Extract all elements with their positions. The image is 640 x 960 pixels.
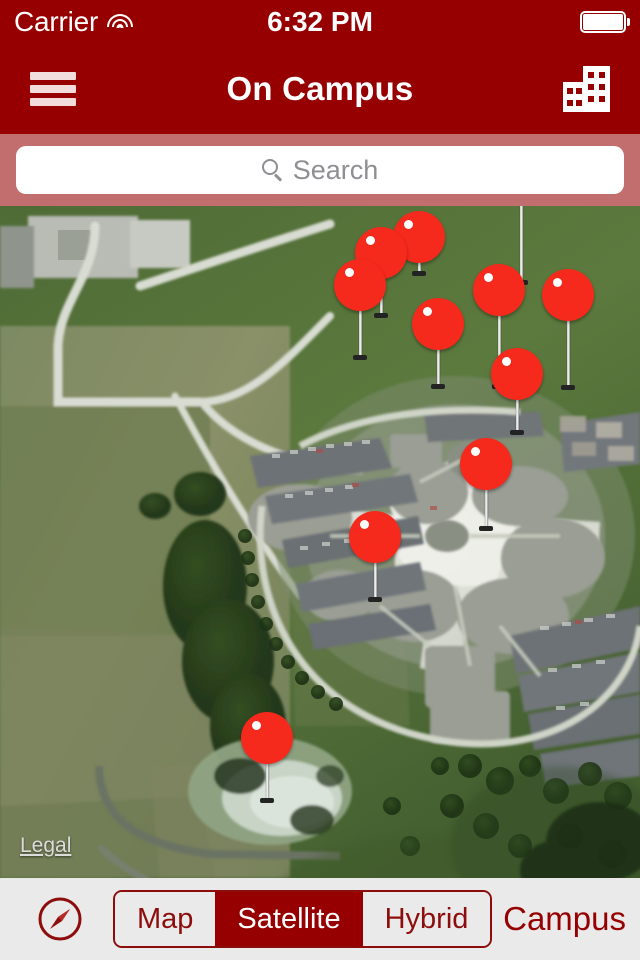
building-icon[interactable]	[560, 64, 614, 114]
map-pin-head[interactable]	[542, 269, 594, 321]
map-pin-highlight	[404, 220, 413, 229]
map-pin-highlight	[553, 278, 562, 287]
segment-satellite[interactable]: Satellite	[215, 892, 363, 946]
map-pin-highlight	[502, 357, 511, 366]
page-title: On Campus	[226, 70, 414, 107]
status-bar: Carrier 6:32 PM	[0, 0, 640, 44]
compass-icon[interactable]	[36, 895, 84, 943]
map-pin-base	[561, 385, 575, 390]
map-pin-highlight	[471, 447, 480, 456]
map-pin-base	[368, 597, 382, 602]
map-pin-head[interactable]	[241, 712, 293, 764]
status-bar-right	[580, 11, 630, 33]
map-pin-base	[510, 430, 524, 435]
battery-full-icon	[580, 11, 630, 33]
map-pin-base	[374, 313, 388, 318]
search-bar-container: Search	[0, 134, 640, 206]
app-root: Carrier 6:32 PM On Campus Search Legal M…	[0, 0, 640, 960]
search-placeholder: Search	[292, 154, 379, 185]
map-pin-base	[260, 798, 274, 803]
map-pin-base	[412, 271, 426, 276]
hamburger-menu-icon[interactable]	[30, 72, 76, 106]
map-pin-base	[353, 355, 367, 360]
segment-label: Map	[137, 902, 194, 935]
map-pin-head[interactable]	[460, 438, 512, 490]
bottom-toolbar: Map Satellite Hybrid Campus	[0, 878, 640, 960]
map-pin-head[interactable]	[349, 511, 401, 563]
search-icon	[261, 159, 284, 182]
map-pin-head[interactable]	[412, 298, 464, 350]
map-pin-highlight	[423, 307, 432, 316]
map-pin-head[interactable]	[334, 259, 386, 311]
map-pin-highlight	[345, 268, 354, 277]
segment-label: Hybrid	[384, 902, 469, 935]
map-pin-base	[479, 526, 493, 531]
map-pin-stem	[519, 206, 523, 282]
search-input[interactable]: Search	[16, 146, 624, 194]
map-type-segmented-control[interactable]: Map Satellite Hybrid	[113, 890, 493, 948]
map-pin-highlight	[484, 273, 493, 282]
nav-bar: On Campus	[0, 44, 640, 134]
map-pin-highlight	[360, 520, 369, 529]
map-pin-highlight	[252, 721, 261, 730]
segment-map[interactable]: Map	[115, 892, 216, 946]
campus-label: Campus	[503, 900, 626, 937]
map-pin-head[interactable]	[491, 348, 543, 400]
map-view[interactable]: Legal	[0, 206, 640, 878]
segment-hybrid[interactable]: Hybrid	[362, 892, 491, 946]
map-pin-highlight	[366, 236, 375, 245]
segment-label: Satellite	[237, 902, 341, 935]
status-bar-time: 6:32 PM	[267, 6, 373, 37]
map-pin-head[interactable]	[473, 264, 525, 316]
legal-link[interactable]: Legal	[20, 834, 71, 858]
map-pin-base	[431, 384, 445, 389]
